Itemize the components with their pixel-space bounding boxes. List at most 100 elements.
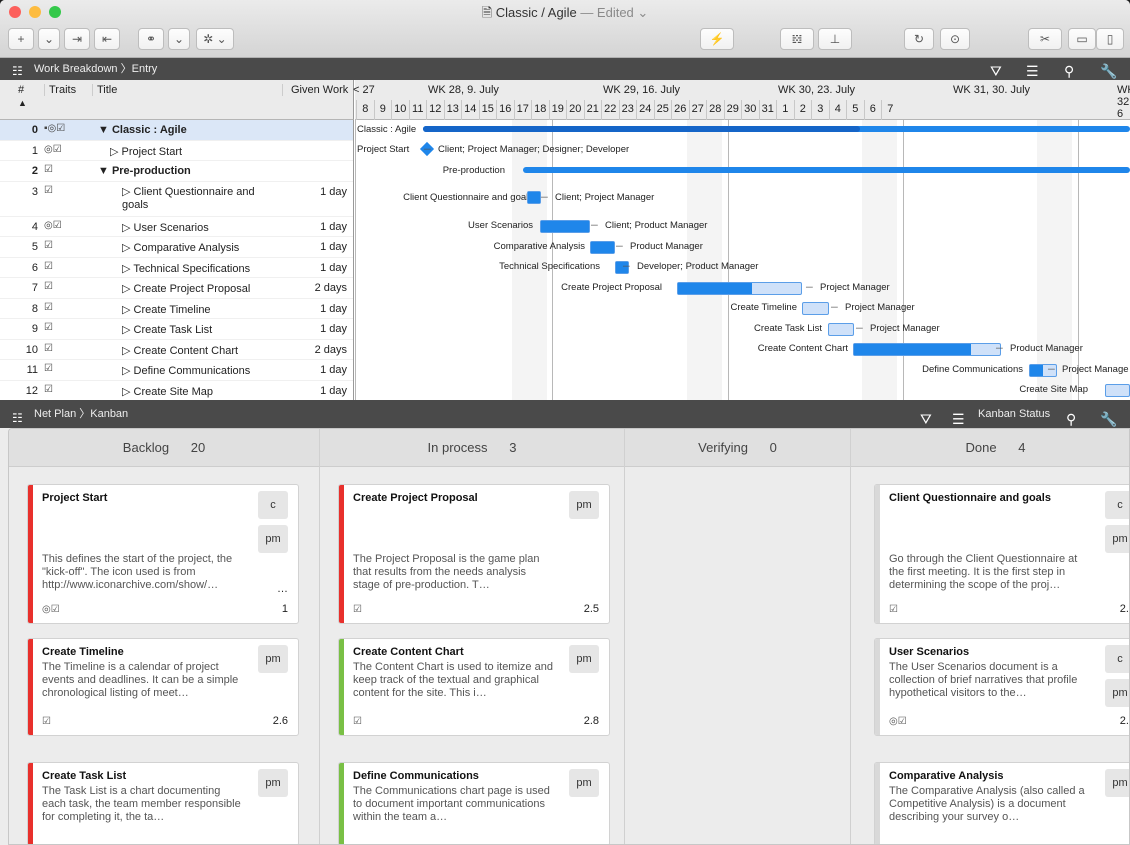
filter-icon[interactable]: ⛛: [990, 60, 1002, 82]
kanban-card[interactable]: Create Task List The Task List is a chart…: [27, 762, 299, 844]
task-title[interactable]: ▷ Client Questionnaire and goals: [122, 186, 262, 212]
task-bar[interactable]: [828, 323, 854, 336]
resource-tag[interactable]: pm: [569, 769, 599, 797]
task-title[interactable]: ▷ Technical Specifications: [122, 262, 297, 275]
task-row[interactable]: 7 ☑ ▷ Create Project Proposal 2 days: [0, 278, 353, 299]
task-title[interactable]: ▷ Define Communications: [122, 364, 297, 377]
task-bar[interactable]: [677, 282, 802, 295]
resource-tag[interactable]: pm: [1105, 525, 1129, 553]
task-title[interactable]: ▷ Comparative Analysis: [122, 241, 297, 254]
side-pane-button[interactable]: ▯: [1096, 28, 1124, 50]
library-button[interactable]: 𝍌: [780, 28, 814, 50]
resource-tag[interactable]: c: [1105, 491, 1129, 519]
task-row[interactable]: 10 ☑ ▷ Create Content Chart 2 days: [0, 340, 353, 360]
given-work[interactable]: 2 days: [315, 344, 347, 356]
task-bar[interactable]: [853, 343, 1001, 356]
kanban-card[interactable]: Client Questionnaire and goals Go through…: [874, 484, 1129, 624]
task-bar[interactable]: [590, 241, 615, 254]
broom-icon[interactable]: ⚲: [1064, 60, 1074, 82]
prev-week-label[interactable]: < 27: [353, 84, 375, 96]
task-row[interactable]: 5 ☑ ▷ Comparative Analysis 1 day: [0, 237, 353, 258]
outdent-button[interactable]: ⇤: [94, 28, 120, 50]
task-row[interactable]: 12 ☑ ▷ Create Site Map 1 day: [0, 381, 353, 401]
kanban-card[interactable]: Define Communications The Communications …: [338, 762, 610, 844]
resource-tag[interactable]: pm: [569, 645, 599, 673]
column-header[interactable]: Backlog 20: [9, 429, 319, 467]
kanban-card[interactable]: Create Project Proposal The Project Propo…: [338, 484, 610, 624]
column-header[interactable]: Verifying 0: [625, 429, 850, 467]
task-row[interactable]: 0 ▪◎☑ ▼ Classic : Agile: [0, 120, 353, 141]
columns-icon[interactable]: ☰: [1026, 60, 1039, 82]
task-row[interactable]: 2 ☑ ▼ Pre-production: [0, 161, 353, 182]
resource-tag[interactable]: pm: [258, 525, 288, 553]
task-row[interactable]: 9 ☑ ▷ Create Task List 1 day: [0, 319, 353, 340]
col-traits[interactable]: Traits: [44, 84, 76, 96]
resource-button[interactable]: ⊥: [818, 28, 852, 50]
summary-bar[interactable]: [523, 167, 1130, 173]
given-work[interactable]: 1 day: [320, 186, 347, 198]
task-bar[interactable]: [1105, 384, 1130, 397]
given-work[interactable]: 2 days: [315, 282, 347, 294]
add-menu-button[interactable]: ⌄: [38, 28, 60, 50]
resource-tag[interactable]: pm: [258, 645, 288, 673]
compass-button[interactable]: ⊙: [940, 28, 970, 50]
refresh-button[interactable]: ↻: [904, 28, 934, 50]
resource-tag[interactable]: pm: [258, 769, 288, 797]
more-ellipsis[interactable]: …: [277, 583, 288, 595]
kanban-card[interactable]: Create Timeline The Timeline is a calenda…: [27, 638, 299, 736]
link-menu-button[interactable]: ⌄: [168, 28, 190, 50]
settings-button[interactable]: ✲ ⌄: [196, 28, 234, 50]
task-row[interactable]: 4 ◎☑ ▷ User Scenarios 1 day: [0, 217, 353, 237]
breadcrumb-kanban[interactable]: Net Plan 〉Kanban: [34, 400, 128, 428]
task-title[interactable]: ▼ Pre-production: [98, 165, 273, 177]
link-button[interactable]: ⚭: [138, 28, 164, 50]
task-title[interactable]: ▷ Create Project Proposal: [122, 282, 297, 295]
resource-tag[interactable]: pm: [1105, 769, 1129, 797]
task-traits: ☑: [44, 184, 53, 196]
task-title[interactable]: ▼ Classic : Agile: [98, 124, 273, 136]
given-work[interactable]: 1 day: [320, 385, 347, 397]
task-title[interactable]: ▷ Create Task List: [122, 323, 297, 336]
indent-button[interactable]: ⇥: [64, 28, 90, 50]
add-button[interactable]: +: [8, 28, 34, 50]
kanban-status-label[interactable]: Kanban Status: [978, 400, 1050, 428]
column-header[interactable]: In process 3: [320, 429, 624, 467]
task-row[interactable]: 11 ☑ ▷ Define Communications 1 day: [0, 360, 353, 381]
task-title[interactable]: ▷ Create Site Map: [122, 385, 297, 398]
card-trait-icons: ☑: [353, 604, 362, 615]
kanban-card[interactable]: Comparative Analysis The Comparative Anal…: [874, 762, 1129, 844]
kanban-card[interactable]: Project Start This defines the start of t…: [27, 484, 299, 624]
task-title[interactable]: ▷ Project Start: [110, 145, 285, 158]
task-title[interactable]: ▷ Create Content Chart: [122, 344, 297, 357]
tools-button[interactable]: ✂: [1028, 28, 1062, 50]
task-bar[interactable]: [527, 191, 541, 204]
kanban-card[interactable]: User Scenarios The User Scenarios documen…: [874, 638, 1129, 736]
given-work[interactable]: 1 day: [320, 241, 347, 253]
given-work[interactable]: 1 day: [320, 303, 347, 315]
task-title[interactable]: ▷ User Scenarios: [122, 221, 297, 234]
wrench-icon[interactable]: 🔧: [1100, 60, 1117, 82]
task-row[interactable]: 6 ☑ ▷ Technical Specifications 1 day: [0, 258, 353, 278]
action-button[interactable]: ⚡: [700, 28, 734, 50]
task-row[interactable]: 8 ☑ ▷ Create Timeline 1 day: [0, 299, 353, 319]
given-work[interactable]: 1 day: [320, 364, 347, 376]
task-bar[interactable]: [802, 302, 829, 315]
given-work[interactable]: 1 day: [320, 323, 347, 335]
resource-tag[interactable]: pm: [569, 491, 599, 519]
task-bar[interactable]: [540, 220, 590, 233]
task-row[interactable]: 3 ☑ ▷ Client Questionnaire and goals 1 day: [0, 182, 353, 217]
col-title[interactable]: Title: [92, 84, 117, 96]
resource-tag[interactable]: c: [1105, 645, 1129, 673]
resource-tag[interactable]: c: [258, 491, 288, 519]
given-work[interactable]: 1 day: [320, 221, 347, 233]
column-header[interactable]: Done 4: [851, 429, 1129, 467]
breadcrumb[interactable]: Work Breakdown 〉Entry: [34, 58, 157, 80]
col-num[interactable]: #: [18, 84, 24, 96]
resource-tag[interactable]: pm: [1105, 679, 1129, 707]
given-work[interactable]: 1 day: [320, 262, 347, 274]
bottom-pane-button[interactable]: ▭: [1068, 28, 1096, 50]
kanban-card[interactable]: Create Content Chart The Content Chart is…: [338, 638, 610, 736]
task-title[interactable]: ▷ Create Timeline: [122, 303, 297, 316]
col-given-work[interactable]: Given Work: [282, 84, 348, 96]
task-row[interactable]: 1 ◎☑ ▷ Project Start: [0, 141, 353, 161]
